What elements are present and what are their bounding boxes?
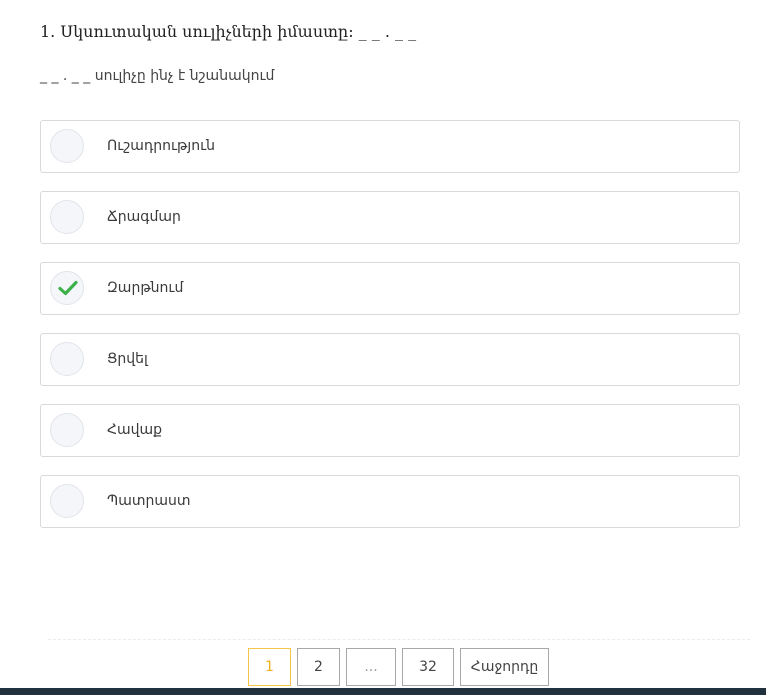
radio-unchecked-icon[interactable] [50, 413, 84, 447]
checkmark-icon [58, 280, 78, 296]
option-label: Զարթնում [107, 280, 184, 296]
option-label: Հավաք [107, 422, 163, 438]
footer-bar [0, 688, 766, 695]
pagination-ellipsis: ... [346, 648, 396, 686]
option-6[interactable]: Պատրաստ [40, 475, 740, 528]
option-label: Ուշադրություն [107, 138, 216, 154]
radio-unchecked-icon[interactable] [50, 342, 84, 376]
page-1-button[interactable]: 1 [248, 648, 291, 686]
option-4[interactable]: Ցրվել [40, 333, 740, 386]
radio-unchecked-icon[interactable] [50, 129, 84, 163]
option-3[interactable]: Զարթնում [40, 262, 740, 315]
option-2[interactable]: Ճրագմար [40, 191, 740, 244]
answer-options: Ուշադրություն Ճրագմար Զարթնում Ցրվել Հավ… [40, 120, 740, 546]
option-label: Պատրաստ [107, 493, 191, 509]
page-2-button[interactable]: 2 [297, 648, 340, 686]
option-1[interactable]: Ուշադրություն [40, 120, 740, 173]
radio-unchecked-icon[interactable] [50, 200, 84, 234]
radio-checked[interactable] [50, 271, 84, 305]
next-page-button[interactable]: Հաջորդը [460, 648, 549, 686]
question-subtitle: _ _ . _ _ սուլիչը ինչ է նշանակում [40, 68, 275, 84]
option-label: Ցրվել [107, 351, 148, 367]
radio-unchecked-icon[interactable] [50, 484, 84, 518]
option-label: Ճրագմար [107, 209, 181, 225]
question-title: 1. Սկսուտական սուլիչների իմաստը: _ _ . _… [40, 22, 417, 41]
pagination-divider [48, 639, 750, 640]
option-5[interactable]: Հավաք [40, 404, 740, 457]
page-32-button[interactable]: 32 [402, 648, 454, 686]
